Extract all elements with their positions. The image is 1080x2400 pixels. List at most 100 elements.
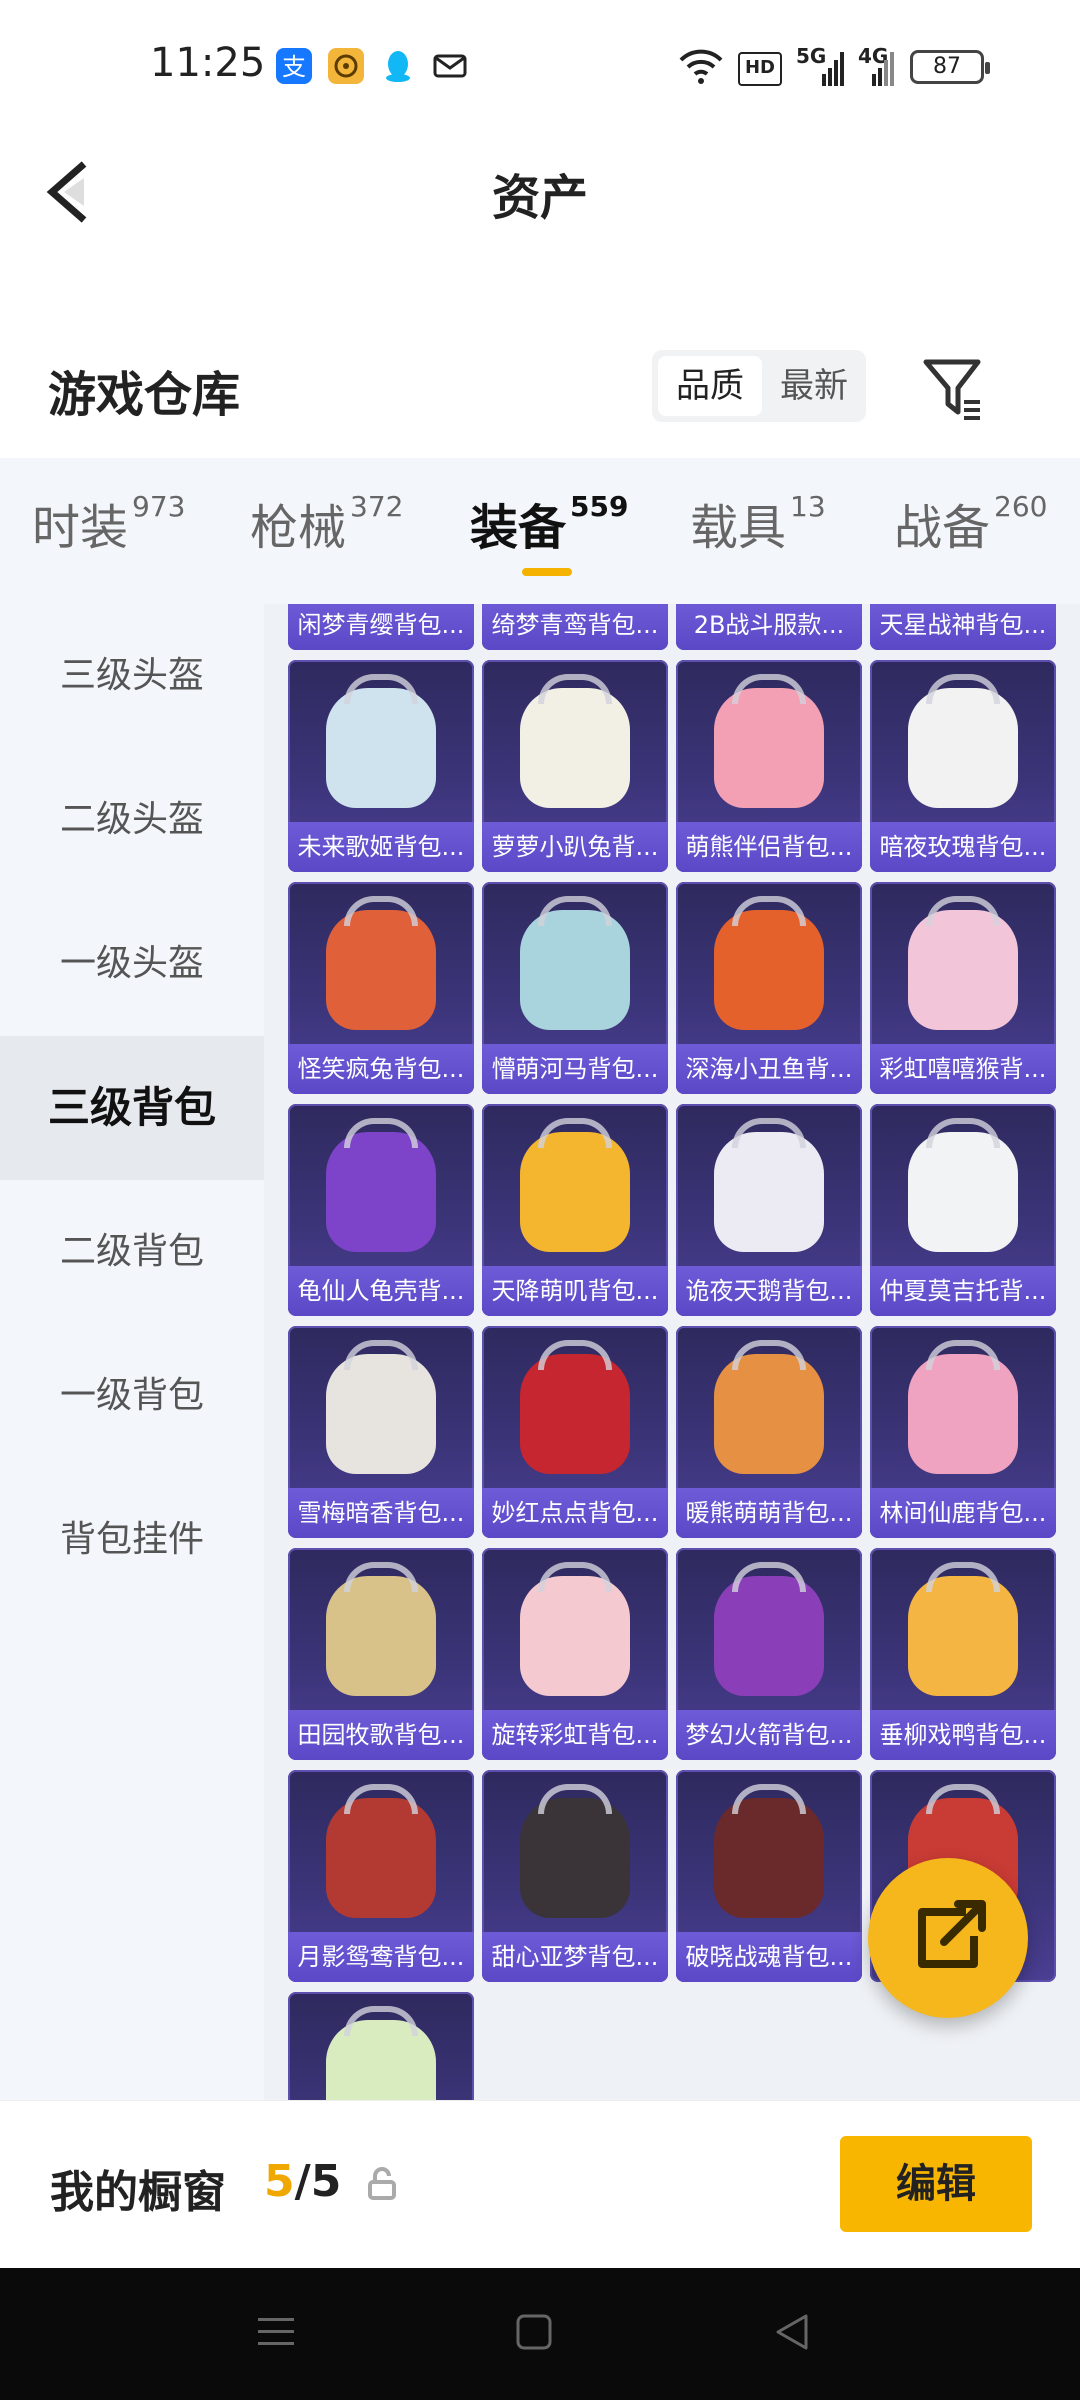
item-name: 怪笑疯兔背包... xyxy=(297,1055,465,1083)
item-card[interactable]: 萌熊伴侣背包... xyxy=(676,660,862,872)
item-card[interactable]: 2B战斗服款... xyxy=(676,604,862,650)
tab-vehicles[interactable]: 载具 13 xyxy=(690,488,826,558)
alipay-icon: 支 xyxy=(276,48,312,84)
sidebar-item-backpack-lv2[interactable]: 二级背包 xyxy=(0,1180,264,1324)
item-name: 龟仙人龟壳背... xyxy=(297,1277,465,1305)
item-card[interactable]: 彩虹嘻嘻猴背... xyxy=(870,882,1056,1094)
svg-text:支: 支 xyxy=(282,53,306,81)
item-name: 彩虹嘻嘻猴背... xyxy=(879,1055,1047,1083)
item-name: 林间仙鹿背包... xyxy=(879,1499,1047,1527)
sidebar-item-backpack-lv1[interactable]: 一级背包 xyxy=(0,1324,264,1468)
backpack-image xyxy=(908,674,1018,808)
item-name: 甜心亚梦背包... xyxy=(491,1943,659,1971)
item-card[interactable]: 绮梦青鸾背包... xyxy=(482,604,668,650)
item-card[interactable]: 未来歌姬背包... xyxy=(288,660,474,872)
backpack-image xyxy=(520,1562,630,1696)
item-card[interactable]: 旋转彩虹背包... xyxy=(482,1548,668,1760)
item-card[interactable]: 甜心亚梦背包... xyxy=(482,1770,668,1982)
item-card[interactable]: 破晓战魂背包... xyxy=(676,1770,862,1982)
item-card[interactable]: 仲夏莫吉托背... xyxy=(870,1104,1056,1316)
tab-supplies[interactable]: 战备 260 xyxy=(894,488,1047,558)
item-card[interactable] xyxy=(288,1992,474,2100)
backpack-image xyxy=(520,674,630,808)
wallet-app-icon xyxy=(328,48,364,84)
category-tabs: 时装 973 枪械 372 装备 559 载具 13 战备 260 xyxy=(0,458,1080,604)
item-card[interactable]: 妙红点点背包... xyxy=(482,1326,668,1538)
signal-4g-icon xyxy=(872,52,894,90)
lock-icon xyxy=(366,2166,398,2202)
share-button[interactable] xyxy=(868,1858,1028,2018)
item-card[interactable]: 垂柳戏鸭背包... xyxy=(870,1548,1056,1760)
backpack-image xyxy=(520,1118,630,1252)
item-card[interactable]: 萝萝小趴兔背... xyxy=(482,660,668,872)
backpack-image xyxy=(520,1340,630,1474)
item-card[interactable]: 深海小丑鱼背... xyxy=(676,882,862,1094)
backpack-image xyxy=(908,1562,1018,1696)
backpack-image xyxy=(326,1562,436,1696)
item-name: 月影鸳鸯背包... xyxy=(297,1943,465,1971)
item-card[interactable]: 月影鸳鸯背包... xyxy=(288,1770,474,1982)
status-time: 11:25 xyxy=(150,40,266,86)
sidebar-item-backpack-lv3[interactable]: 三级背包 xyxy=(0,1036,264,1180)
backpack-image xyxy=(714,896,824,1030)
tab-fashion[interactable]: 时装 973 xyxy=(32,488,185,558)
showcase-count: 5/5 xyxy=(264,2156,341,2207)
backpack-image xyxy=(714,674,824,808)
backpack-image xyxy=(714,1562,824,1696)
page-title: 资产 xyxy=(491,170,588,226)
sort-newest-button[interactable]: 最新 xyxy=(764,356,864,416)
backpack-image xyxy=(908,1340,1018,1474)
item-name: 暖熊萌萌背包... xyxy=(685,1499,853,1527)
item-name: 旋转彩虹背包... xyxy=(491,1721,659,1749)
sidebar-item-helmet-lv2[interactable]: 二级头盔 xyxy=(0,748,264,892)
edit-button[interactable]: 编辑 xyxy=(840,2136,1032,2232)
hd-icon: HD xyxy=(738,52,782,86)
showcase-current: 5 xyxy=(264,2156,295,2207)
showcase-label: 我的橱窗 xyxy=(50,2167,226,2218)
home-square-icon[interactable] xyxy=(514,2312,554,2356)
backpack-image xyxy=(326,1784,436,1918)
item-card[interactable]: 天星战神背包... xyxy=(870,604,1056,650)
showcase-total: 5 xyxy=(310,2156,342,2207)
backpack-image xyxy=(326,896,436,1030)
menu-icon[interactable] xyxy=(256,2312,296,2356)
item-card[interactable]: 天降萌叽背包... xyxy=(482,1104,668,1316)
sidebar-item-helmet-lv1[interactable]: 一级头盔 xyxy=(0,892,264,1036)
battery-icon: 87 xyxy=(910,50,990,84)
backpack-image xyxy=(908,896,1018,1030)
item-name: 雪梅暗香背包... xyxy=(297,1499,465,1527)
item-card[interactable]: 雪梅暗香背包... xyxy=(288,1326,474,1538)
item-card[interactable]: 懵萌河马背包... xyxy=(482,882,668,1094)
item-card[interactable]: 暗夜玫瑰背包... xyxy=(870,660,1056,872)
backpack-image xyxy=(326,1340,436,1474)
backpack-image xyxy=(714,1118,824,1252)
backpack-image xyxy=(326,1118,436,1252)
item-name: 天降萌叽背包... xyxy=(491,1277,659,1305)
filter-icon[interactable] xyxy=(918,352,990,424)
item-name: 暗夜玫瑰背包... xyxy=(879,833,1047,861)
item-name: 2B战斗服款... xyxy=(693,611,845,639)
item-name: 未来歌姬背包... xyxy=(297,833,465,861)
item-card[interactable]: 田园牧歌背包... xyxy=(288,1548,474,1760)
sort-quality-button[interactable]: 品质 xyxy=(658,356,762,416)
item-card[interactable]: 怪笑疯兔背包... xyxy=(288,882,474,1094)
item-card[interactable]: 暖熊萌萌背包... xyxy=(676,1326,862,1538)
item-name: 垂柳戏鸭背包... xyxy=(879,1721,1047,1749)
item-name: 田园牧歌背包... xyxy=(297,1721,465,1749)
item-card[interactable]: 林间仙鹿背包... xyxy=(870,1326,1056,1538)
item-card[interactable]: 梦幻火箭背包... xyxy=(676,1548,862,1760)
sidebar-item-helmet-lv3[interactable]: 三级头盔 xyxy=(0,604,264,748)
signal-5g-icon xyxy=(822,52,844,90)
back-triangle-icon[interactable] xyxy=(772,2312,812,2356)
tab-equipment[interactable]: 装备 559 xyxy=(470,488,628,558)
backpack-image xyxy=(714,1340,824,1474)
item-card[interactable]: 闲梦青缨背包... xyxy=(288,604,474,650)
sidebar-item-backpack-charm[interactable]: 背包挂件 xyxy=(0,1468,264,1612)
item-card[interactable]: 龟仙人龟壳背... xyxy=(288,1104,474,1316)
system-nav-bar xyxy=(0,2268,1080,2400)
item-name: 天星战神背包... xyxy=(879,611,1047,639)
item-card[interactable]: 诡夜天鹅背包... xyxy=(676,1104,862,1316)
tab-weapons[interactable]: 枪械 372 xyxy=(250,488,403,558)
wifi-icon xyxy=(678,46,724,90)
sort-toggle: 品质 最新 xyxy=(652,350,866,422)
